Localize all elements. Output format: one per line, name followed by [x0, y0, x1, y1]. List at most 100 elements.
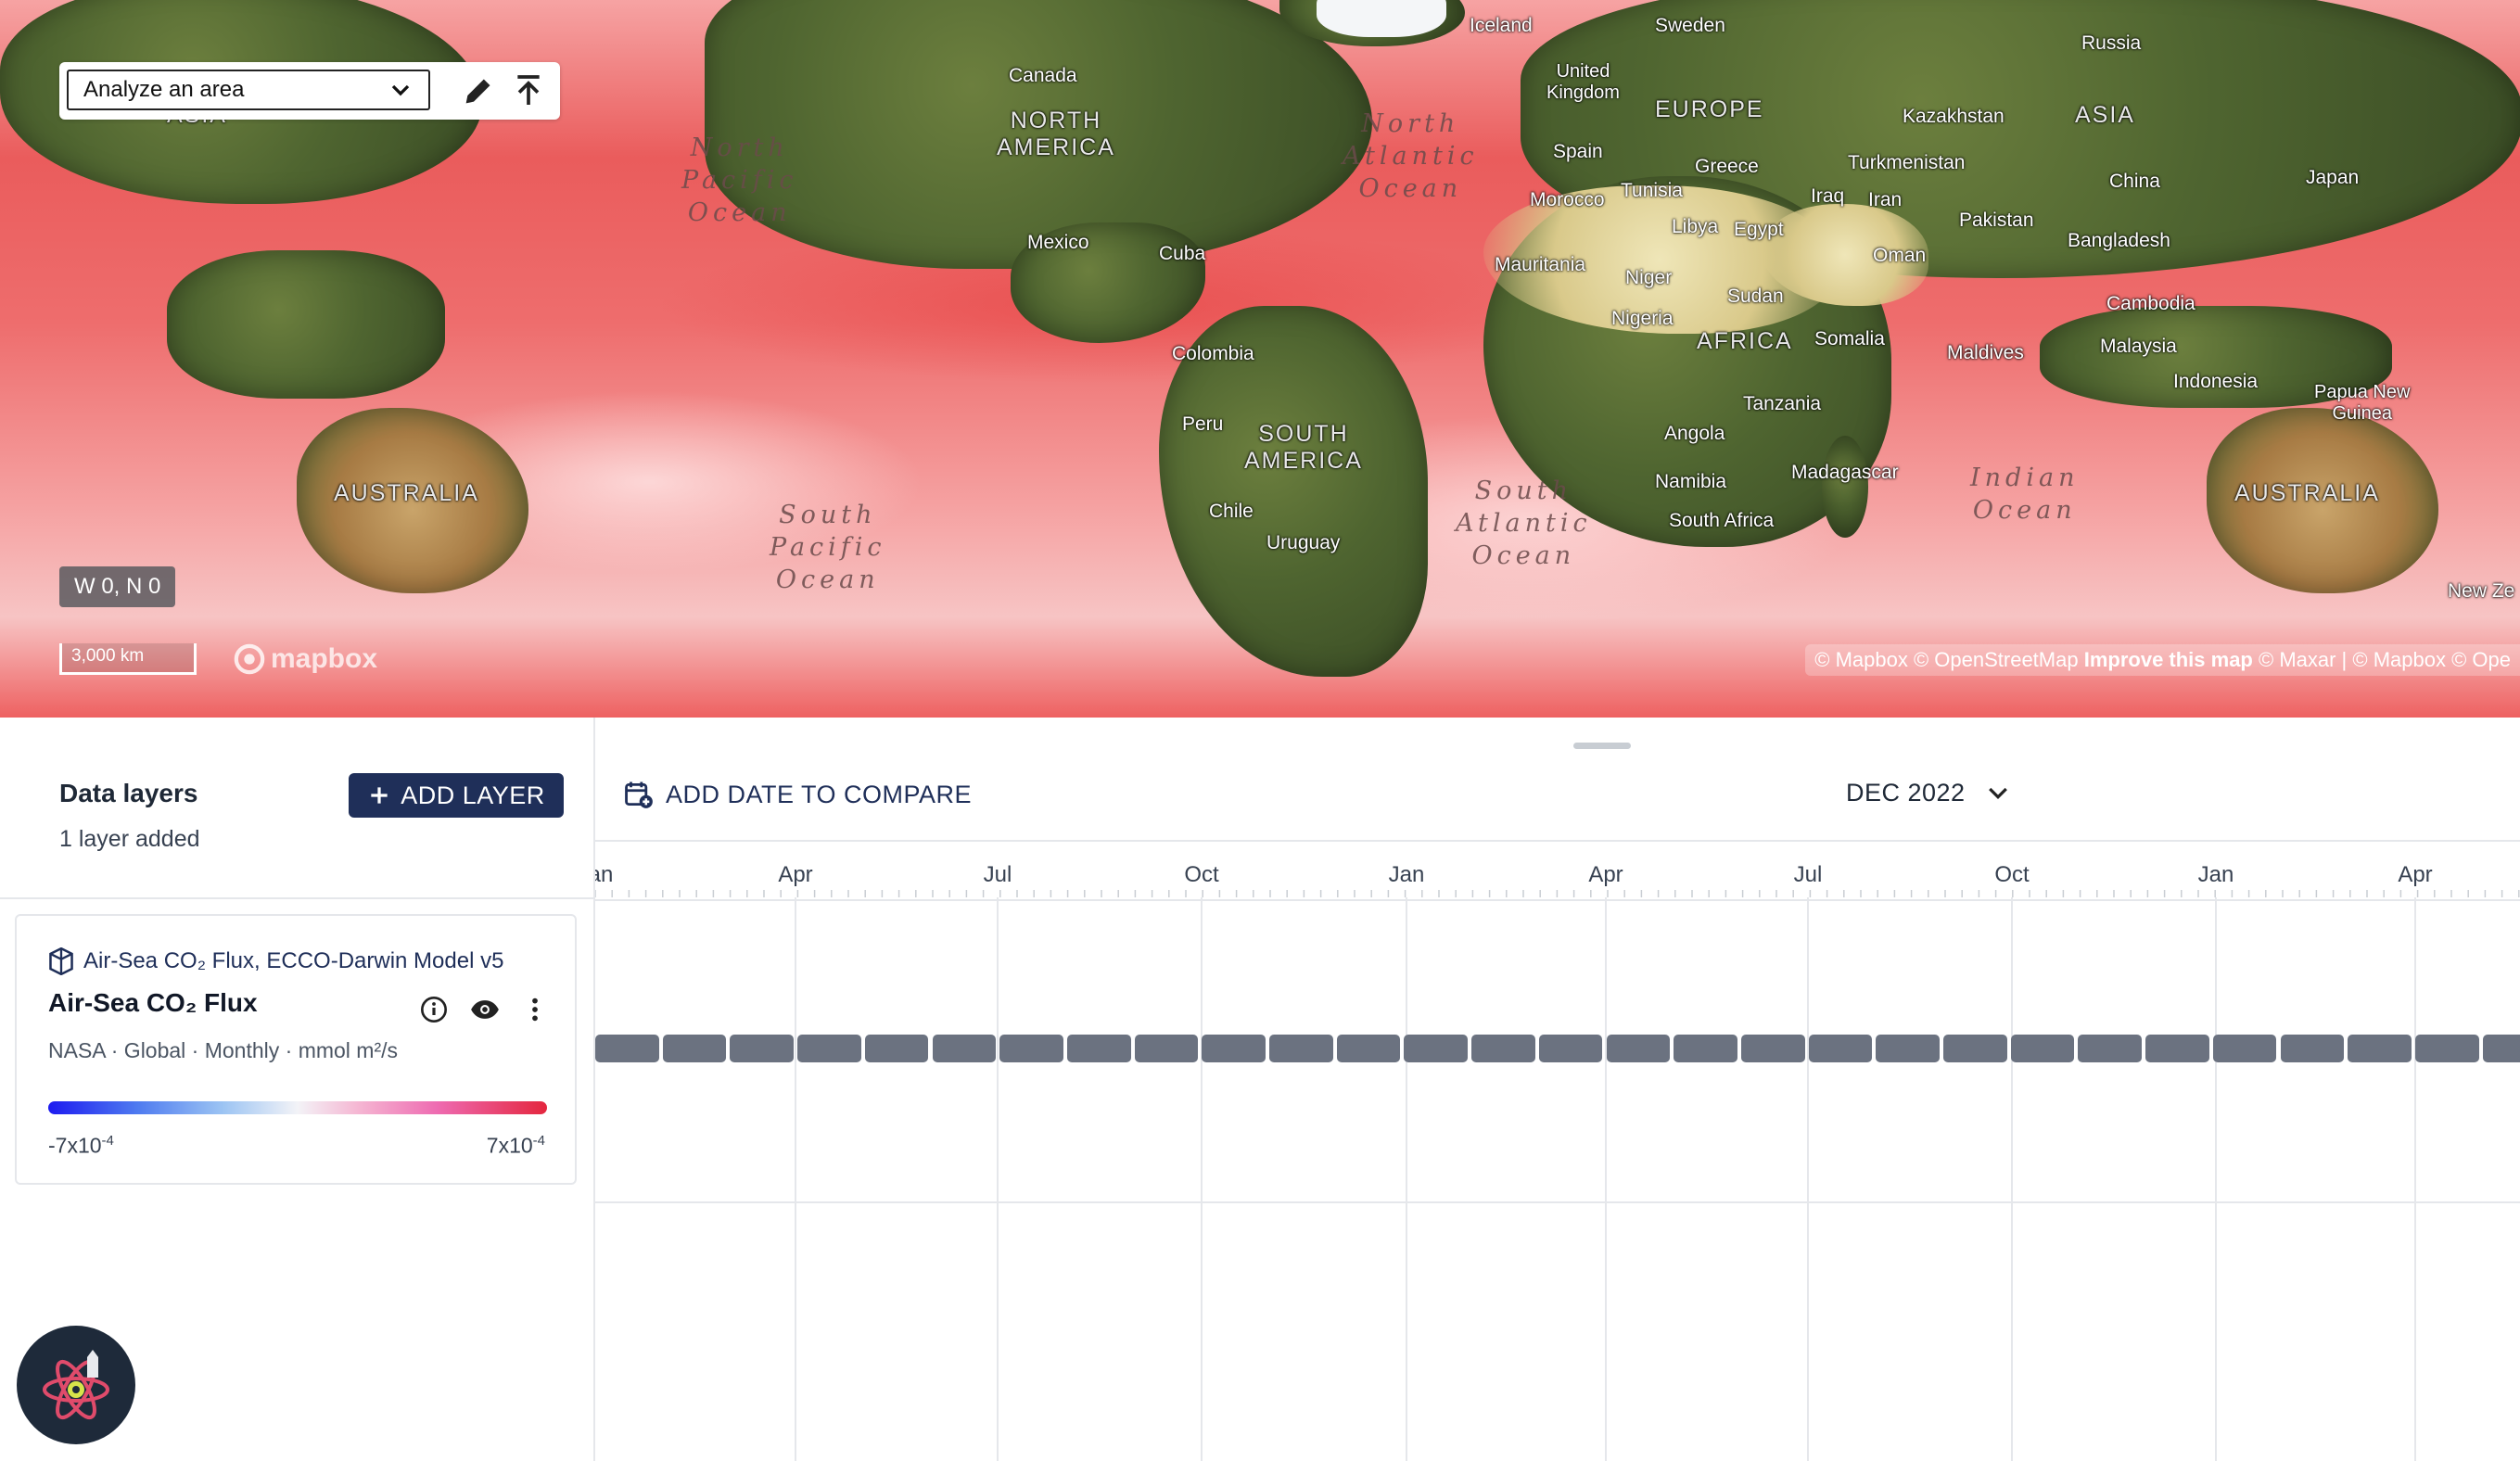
monthly-data-block[interactable] [1740, 1035, 1805, 1062]
monthly-data-block[interactable] [1538, 1035, 1603, 1062]
map-label: Maldives [1947, 342, 2024, 363]
map-label: Malaysia [2100, 336, 2177, 357]
legend-min-exponent: -4 [101, 1133, 114, 1149]
map-label: Oman [1873, 245, 1927, 266]
layer-card[interactable]: Air-Sea CO₂ Flux, ECCO-Darwin Model v5 A… [15, 914, 577, 1185]
improve-map-link[interactable]: Improve this map [2084, 648, 2253, 671]
monthly-data-block[interactable] [1202, 1035, 1266, 1062]
data-layers-header: Data layers 1 layer added ADD LAYER [0, 718, 593, 899]
map-label: Indonesia [2173, 371, 2259, 392]
info-icon[interactable] [419, 995, 449, 1024]
timeline-tick-label: Apr [1588, 862, 1623, 887]
map-label: Cambodia [2106, 293, 2195, 314]
legend-max-exponent: -4 [532, 1133, 545, 1149]
map-label: Kazakhstan [1903, 106, 2005, 127]
timeline-gridline [1605, 897, 1607, 1461]
assistant-button[interactable] [17, 1326, 135, 1444]
monthly-data-block[interactable] [1066, 1035, 1131, 1062]
timeline-gridline [2011, 897, 2013, 1461]
map-label: Morocco [1530, 189, 1605, 210]
timeline[interactable]: ADD DATE TO COMPARE DEC 2022 an Apr Jul … [595, 718, 2520, 1461]
upload-area-button[interactable] [510, 72, 547, 109]
map-label: Spain [1553, 141, 1603, 162]
dataset-row[interactable]: Air-Sea CO₂ Flux, ECCO-Darwin Model v5 [48, 947, 503, 975]
add-layer-button[interactable]: ADD LAYER [349, 773, 564, 818]
map-canvas[interactable]: North Pacific Ocean North Atlantic Ocean… [0, 0, 2520, 718]
ice-greenland [1317, 0, 1446, 37]
monthly-data-block[interactable] [2145, 1035, 2209, 1062]
monthly-data-block[interactable] [2212, 1035, 2277, 1062]
monthly-data-block[interactable] [1808, 1035, 1873, 1062]
timeline-gridline [2215, 897, 2217, 1461]
map-label: United Kingdom [1546, 61, 1620, 103]
timeline-tick-label: Oct [1994, 862, 2030, 887]
monthly-data-block[interactable] [1134, 1035, 1199, 1062]
monthly-data-block[interactable] [1269, 1035, 1333, 1062]
map-label: Iceland [1470, 15, 1533, 36]
ocean-label-north-atlantic: North Atlantic Ocean [1343, 109, 1479, 203]
more-options-icon[interactable] [521, 994, 549, 1025]
data-layers-title: Data layers [59, 779, 198, 807]
monthly-data-block[interactable] [2078, 1035, 2143, 1062]
ocean-label-south-pacific: South Pacific Ocean [770, 501, 886, 594]
map-label: Mauritania [1495, 254, 1586, 275]
monthly-data-block[interactable] [1471, 1035, 1535, 1062]
monthly-data-block[interactable] [1876, 1035, 1940, 1062]
monthly-data-block[interactable] [797, 1035, 861, 1062]
monthly-data-block[interactable] [932, 1035, 997, 1062]
timeline-tick-label: Oct [1184, 862, 1219, 887]
monthly-data-block[interactable] [1336, 1035, 1401, 1062]
monthly-data-block[interactable] [1606, 1035, 1671, 1062]
map-label: Madagascar [1791, 462, 1899, 483]
dataset-icon [49, 947, 73, 975]
mapbox-logo-text: mapbox [271, 643, 378, 674]
monthly-data-block[interactable] [1943, 1035, 2007, 1062]
dataset-name: Air-Sea CO₂ Flux, ECCO-Darwin Model v5 [83, 948, 504, 973]
add-date-to-compare-label: ADD DATE TO COMPARE [666, 780, 973, 808]
selected-date-dropdown[interactable]: DEC 2022 [1846, 779, 2012, 807]
add-date-to-compare-button[interactable]: ADD DATE TO COMPARE [623, 779, 972, 810]
timeline-gridline [997, 897, 999, 1461]
map-label: Nigeria [1611, 308, 1674, 329]
monthly-data-block[interactable] [864, 1035, 929, 1062]
map-label: Russia [2081, 32, 2142, 54]
draw-area-button[interactable] [460, 72, 497, 109]
monthly-data-block[interactable] [2280, 1035, 2345, 1062]
monthly-data-block[interactable] [2010, 1035, 2075, 1062]
map-label: Peru [1182, 413, 1224, 435]
monthly-data-block[interactable] [730, 1035, 795, 1062]
timeline-tick-label: Jan [2197, 862, 2234, 887]
monthly-data-block[interactable] [1404, 1035, 1469, 1062]
map-label: Angola [1664, 423, 1725, 444]
map-label: Uruguay [1266, 532, 1341, 553]
monthly-data-block[interactable] [2414, 1035, 2479, 1062]
timeline-tick-label: Apr [2398, 862, 2433, 887]
eye-icon[interactable] [469, 994, 501, 1025]
timeline-tick-label: Jul [983, 862, 1012, 887]
map-attribution: © Mapbox © OpenStreetMap Improve this ma… [1805, 644, 2520, 676]
monthly-data-block[interactable] [999, 1035, 1063, 1062]
timeline-gridline [1406, 897, 1407, 1461]
map-label: South Africa [1669, 510, 1775, 531]
timeline-tick-label: an [595, 862, 614, 887]
land-madagascar [1822, 436, 1868, 538]
ocean-label-indian: Indian Ocean [1970, 464, 2080, 525]
monthly-data-block[interactable] [1674, 1035, 1737, 1062]
map-label: SOUTH AMERICA [1244, 421, 1363, 474]
monthly-data-block[interactable] [2482, 1035, 2520, 1062]
legend-min-base: -7x10 [48, 1133, 102, 1158]
mapbox-logo[interactable]: mapbox [234, 643, 377, 675]
bottom-panel: Data layers 1 layer added ADD LAYER Air-… [0, 718, 2520, 1461]
monthly-data-block[interactable] [595, 1035, 659, 1062]
map-label: Greece [1695, 156, 1759, 177]
plus-icon [371, 787, 388, 804]
map-label: Turkmenistan [1848, 152, 1966, 173]
monthly-data-block[interactable] [2348, 1035, 2412, 1062]
attribution-text[interactable]: © Mapbox © OpenStreetMap [1814, 648, 2078, 671]
monthly-data-block[interactable] [662, 1035, 727, 1062]
attribution-text-2[interactable]: © Maxar | © Mapbox © Ope [2259, 648, 2511, 671]
scale-bar: 3,000 km [59, 643, 197, 675]
analyze-area-select[interactable]: Analyze an area [67, 70, 430, 110]
timeline-minor-ticks [595, 890, 2520, 897]
timeline-tick-label: Jan [1388, 862, 1425, 887]
